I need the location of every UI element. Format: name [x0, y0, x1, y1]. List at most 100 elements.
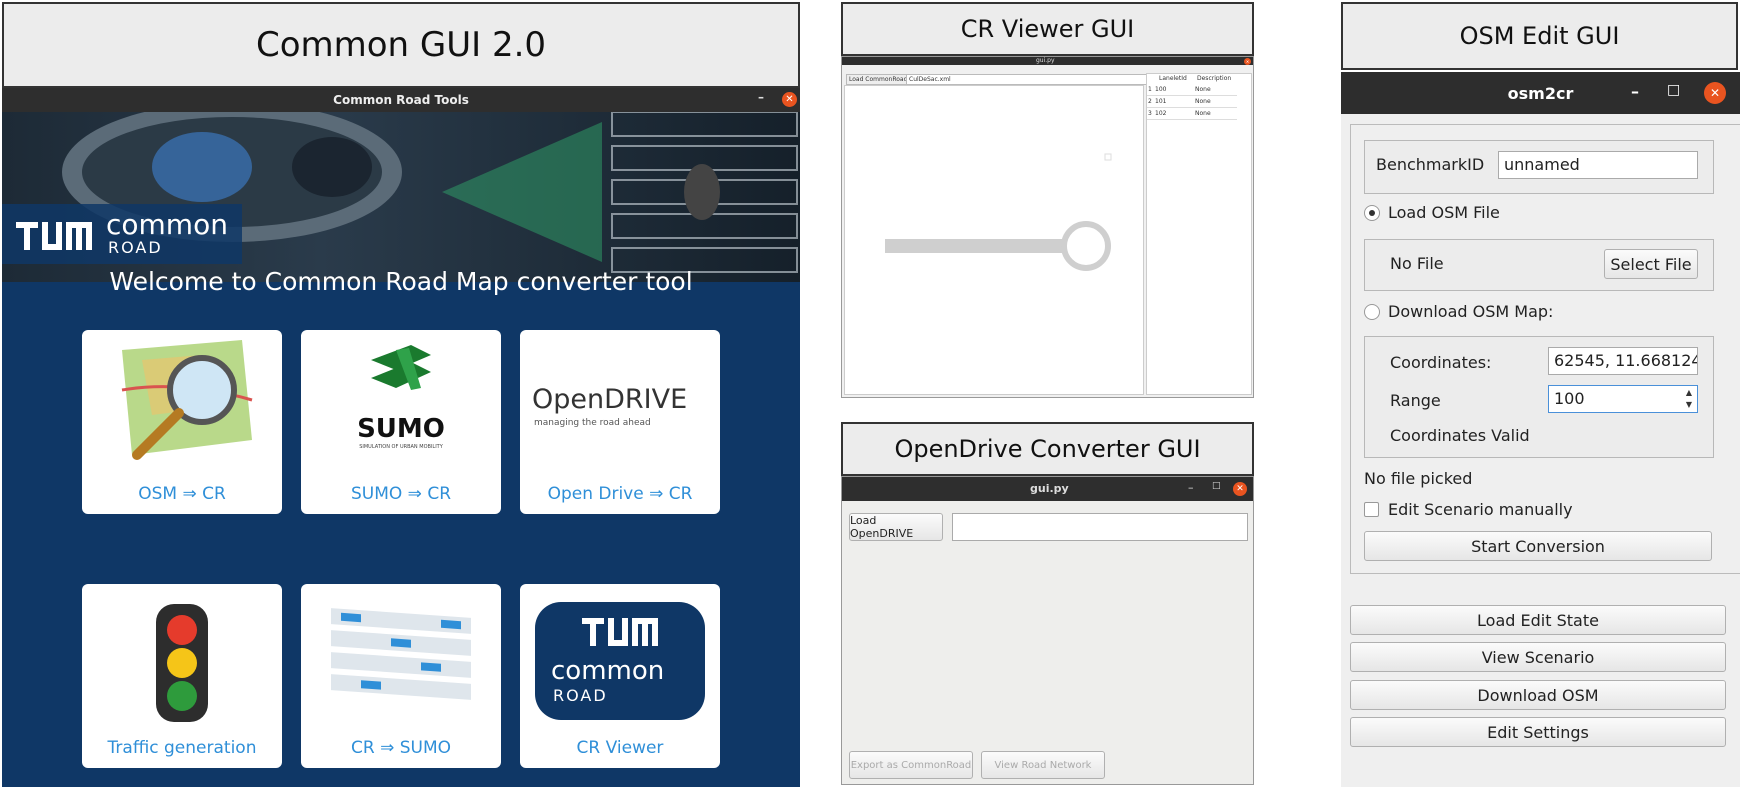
- tile-label: SUMO ⇒ CR: [350, 484, 452, 504]
- caption-osm: OSM Edit GUI: [1341, 2, 1738, 70]
- row-id: 102: [1155, 110, 1167, 117]
- tile-label: CR ⇒ SUMO: [350, 738, 452, 758]
- tum-logo-icon: [16, 222, 92, 250]
- load-osm-label: Load OSM File: [1388, 203, 1500, 222]
- benchmark-id-input[interactable]: unnamed: [1498, 151, 1698, 179]
- load-osm-radio[interactable]: [1364, 205, 1380, 221]
- load-edit-state-button[interactable]: Load Edit State: [1350, 605, 1726, 635]
- caption-viewer-text: CR Viewer GUI: [960, 15, 1135, 43]
- tile-label: Traffic generation: [107, 738, 257, 758]
- view-road-network-button[interactable]: View Road Network: [981, 751, 1105, 779]
- caption-cr-viewer: CR Viewer GUI: [841, 2, 1254, 56]
- road-network-plot: [885, 153, 1112, 271]
- common-gui-body: common ROAD Welcome to Common Road Map c…: [2, 112, 800, 787]
- tile-cr-to-sumo[interactable]: CR ⇒ SUMO: [301, 584, 501, 768]
- common-gui-titlebar: Common Road Tools – ✕: [2, 88, 800, 112]
- no-file-label: No File: [1390, 254, 1444, 273]
- close-icon[interactable]: ✕: [1233, 482, 1247, 496]
- opendrive-logo-text: OpenDRIVE: [532, 384, 688, 415]
- close-icon[interactable]: ✕: [1704, 82, 1726, 104]
- export-commonroad-button[interactable]: Export as CommonRoad: [849, 751, 973, 779]
- view-scenario-button[interactable]: View Scenario: [1350, 642, 1726, 672]
- row-desc: None: [1195, 110, 1211, 117]
- tile-cr-viewer[interactable]: common ROAD CR Viewer: [520, 584, 720, 768]
- caption-osm-text: OSM Edit GUI: [1459, 22, 1620, 50]
- table-header-desc: Description: [1197, 75, 1232, 82]
- opendrive-path-field[interactable]: [952, 513, 1248, 541]
- tum-logo-box: common ROAD: [2, 204, 242, 264]
- cr-viewer-logo: common ROAD: [535, 602, 705, 720]
- minimize-icon[interactable]: –: [1631, 82, 1639, 101]
- tile-label: Open Drive ⇒ CR: [547, 484, 693, 504]
- tile-traffic-generation[interactable]: Traffic generation: [82, 584, 282, 768]
- range-spinbox[interactable]: 100: [1548, 385, 1698, 413]
- sumo-logo-icon: [371, 345, 431, 390]
- minimize-icon[interactable]: –: [1188, 481, 1194, 494]
- edit-settings-button[interactable]: Edit Settings: [1350, 717, 1726, 747]
- cr-viewer-titlebar: gui.py ✕: [842, 57, 1253, 65]
- sumo-logo-text: SUMO: [357, 414, 445, 444]
- coordinates-input[interactable]: 62545, 11.668124: [1548, 347, 1698, 375]
- opendrive-window: gui.py – □ ✕ Load OpenDRIVE Export as Co…: [841, 476, 1254, 785]
- range-label: Range: [1390, 391, 1441, 410]
- opendrive-window-title: gui.py: [1030, 482, 1069, 495]
- close-icon[interactable]: ✕: [1244, 58, 1251, 65]
- start-conversion-button[interactable]: Start Conversion: [1364, 531, 1712, 561]
- caption-common-gui: Common GUI 2.0: [2, 2, 800, 88]
- opendrive-logo-subtext: managing the road ahead: [534, 418, 651, 428]
- table-row[interactable]: 2 101 None: [1147, 96, 1237, 108]
- row-desc: None: [1195, 86, 1211, 93]
- cr-viewer-window-title: gui.py: [1036, 57, 1055, 64]
- edit-manually-checkbox[interactable]: [1364, 502, 1379, 517]
- maximize-icon[interactable]: □: [1212, 481, 1221, 491]
- logo-road-text: ROAD: [553, 686, 608, 705]
- tile-label: CR Viewer: [576, 738, 664, 758]
- row-id: 100: [1155, 86, 1167, 93]
- osm-titlebar: osm2cr – □ ✕: [1341, 72, 1740, 114]
- opendrive-titlebar: gui.py – □ ✕: [842, 477, 1253, 501]
- cr-viewer-window: gui.py ✕ Load CommonRoad CulDeSac.xml La…: [841, 56, 1254, 398]
- tile-sumo-to-cr[interactable]: SUMO SIMULATION OF URBAN MOBILITY SUMO ⇒…: [301, 330, 501, 514]
- no-file-picked-label: No file picked: [1364, 469, 1473, 488]
- cr-sumo-road-icon: [331, 608, 471, 700]
- load-commonroad-button[interactable]: Load CommonRoad: [846, 74, 911, 85]
- row-index: 1: [1148, 86, 1152, 93]
- load-opendrive-button[interactable]: Load OpenDRIVE: [849, 513, 943, 541]
- coordinates-valid-label: Coordinates Valid: [1390, 426, 1530, 445]
- tile-opendrive-to-cr[interactable]: OpenDRIVE managing the road ahead Open D…: [520, 330, 720, 514]
- download-osm-radio[interactable]: [1364, 304, 1380, 320]
- table-row[interactable]: 1 100 None: [1147, 84, 1237, 96]
- logo-common-text: common: [106, 208, 228, 241]
- row-desc: None: [1195, 98, 1211, 105]
- caption-opendrive: OpenDrive Converter GUI: [841, 422, 1254, 476]
- tile-osm-to-cr[interactable]: OSM ⇒ CR: [82, 330, 282, 514]
- row-index: 3: [1148, 110, 1152, 117]
- table-row[interactable]: 3 102 None: [1147, 108, 1237, 120]
- banner-image: common ROAD: [2, 112, 800, 282]
- logo-common-text: common: [551, 656, 665, 686]
- osm-map-magnifier-icon: [121, 340, 253, 460]
- maximize-icon[interactable]: □: [1667, 82, 1680, 98]
- common-gui-window-title: Common Road Tools: [333, 93, 469, 107]
- scenario-canvas[interactable]: [844, 85, 1144, 395]
- logo-road-text: ROAD: [108, 238, 163, 257]
- row-id: 101: [1155, 98, 1167, 105]
- download-osm-label: Download OSM Map:: [1388, 302, 1554, 321]
- caption-common-text: Common GUI 2.0: [255, 25, 547, 65]
- traffic-light-icon: [156, 604, 208, 722]
- caption-opendrive-text: OpenDrive Converter GUI: [894, 435, 1201, 463]
- lanelet-table[interactable]: LaneletId Description 1 100 None 2 101 N…: [1146, 73, 1252, 395]
- row-index: 2: [1148, 98, 1152, 105]
- osm-window-title: osm2cr: [1507, 83, 1574, 103]
- tile-label: OSM ⇒ CR: [138, 484, 226, 504]
- select-file-button[interactable]: Select File: [1604, 249, 1698, 279]
- download-osm-button[interactable]: Download OSM: [1350, 680, 1726, 710]
- coordinates-label: Coordinates:: [1390, 353, 1492, 372]
- minimize-icon[interactable]: –: [758, 90, 764, 104]
- benchmark-label: BenchmarkID: [1376, 155, 1485, 174]
- tum-logo-icon: [582, 618, 658, 646]
- edit-manually-label: Edit Scenario manually: [1388, 500, 1573, 519]
- close-icon[interactable]: ✕: [782, 92, 797, 107]
- sumo-logo-subtext: SIMULATION OF URBAN MOBILITY: [359, 444, 443, 450]
- spinbox-arrows-icon[interactable]: ▲ ▼: [1682, 387, 1696, 411]
